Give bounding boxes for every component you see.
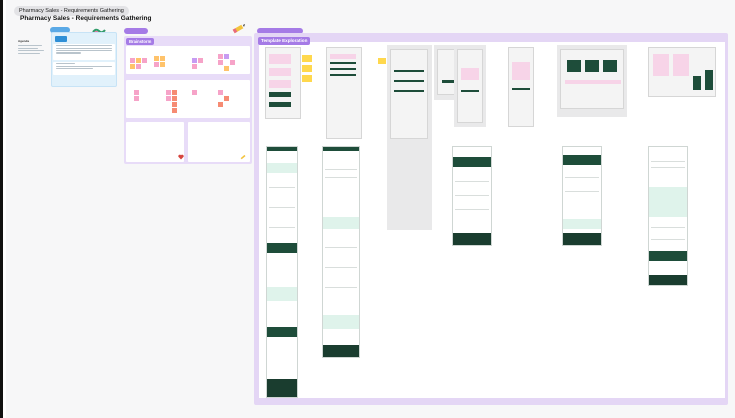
sticky-note[interactable] [154,56,159,61]
mockup-products[interactable] [322,146,360,358]
sticky-note[interactable] [166,90,171,95]
sticky-note[interactable] [172,90,177,95]
sticky-note[interactable] [172,96,177,101]
sticky-note[interactable] [224,66,229,71]
brainstorm-panel-3[interactable] [126,122,184,162]
sticky-note[interactable] [136,58,141,63]
template-title: Template Exploration [258,37,311,45]
mockup-contact[interactable] [648,146,688,286]
sticky-note[interactable] [230,60,235,65]
agenda-heading: Agenda [18,39,30,43]
sticky-note[interactable] [302,75,312,82]
sticky-note[interactable] [302,65,312,72]
mockup-category[interactable] [452,146,492,246]
mockup-about[interactable] [562,146,602,246]
brainstorm-panel-2[interactable] [126,80,250,118]
brainstorm-title: Brainstorm [126,38,155,45]
sticky-note[interactable] [154,62,159,67]
card-text-block [53,44,115,60]
sticky-note[interactable] [224,54,229,59]
brainstorm-section-label[interactable] [124,28,148,34]
page-title: Pharmacy Sales - Requirements Gathering [20,15,152,22]
wireframe-home[interactable] [265,47,301,119]
objectives-card[interactable] [51,32,117,87]
whiteboard-canvas[interactable]: Pharmacy Sales - Requirements Gathering … [6,0,735,418]
agenda-text: Agenda [18,39,46,56]
sticky-note[interactable] [224,96,229,101]
pencil-icon-small [240,154,246,160]
wireframe-product-detail[interactable] [454,45,486,127]
agenda-line [18,47,38,49]
brainstorm-section[interactable]: Brainstorm [124,36,252,164]
sticky-note[interactable] [378,58,386,64]
card-chip [55,36,67,42]
sticky-note[interactable] [136,64,141,69]
sticky-note[interactable] [192,64,197,69]
mockup-home[interactable] [266,146,298,398]
heart-icon [178,154,184,160]
app-frame: Pharmacy Sales - Requirements Gathering … [0,0,735,418]
sticky-note[interactable] [218,90,223,95]
card-text-block [53,62,115,75]
sticky-note[interactable] [198,58,203,63]
sticky-note[interactable] [130,58,135,63]
agenda-line [18,44,42,47]
sticky-note[interactable] [218,54,223,59]
wireframe-cart[interactable] [508,47,534,127]
wireframe-category-panel[interactable] [387,45,432,230]
sticky-note[interactable] [172,102,177,107]
sticky-note[interactable] [130,64,135,69]
agenda-line [18,52,40,55]
sticky-note[interactable] [302,55,312,62]
sticky-note[interactable] [142,58,147,63]
sticky-note[interactable] [218,102,223,107]
sticky-note[interactable] [172,108,177,113]
sticky-note[interactable] [218,60,223,65]
sticky-note[interactable] [134,90,139,95]
wireframe-account[interactable] [648,47,716,97]
sticky-note[interactable] [192,90,197,95]
wireframe-checkout[interactable] [557,45,627,117]
sticky-note[interactable] [166,96,171,101]
sticky-note[interactable] [160,56,165,61]
sticky-note[interactable] [160,62,165,67]
brainstorm-panel-1[interactable] [126,46,250,74]
sticky-note[interactable] [192,58,197,63]
pencil-icon [232,24,245,34]
sticky-note[interactable] [134,96,139,101]
wireframe-products[interactable] [326,47,362,139]
agenda-line [18,50,44,52]
